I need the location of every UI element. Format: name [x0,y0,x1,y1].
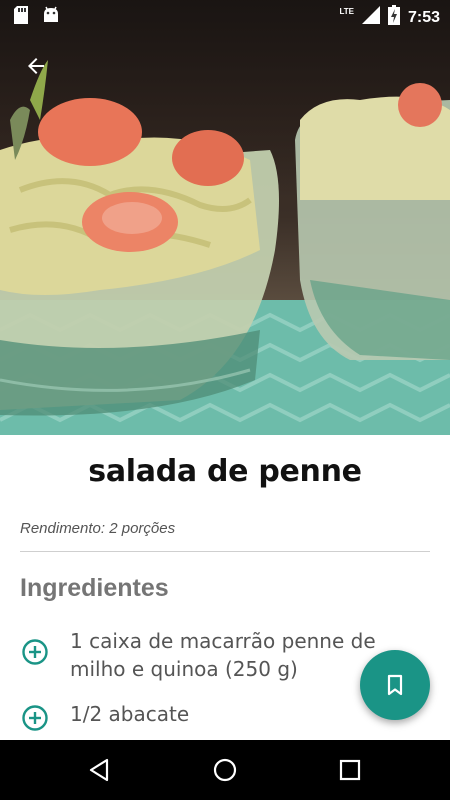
circle-home-icon [213,758,237,782]
divider [20,551,430,552]
recipe-yield: Rendimento: 2 porções [20,520,176,537]
back-button[interactable] [18,48,54,84]
nav-back-button[interactable] [84,754,116,786]
recipe-title: salada de penne [88,454,362,489]
nav-home-button[interactable] [209,754,241,786]
square-recents-icon [339,759,361,781]
triangle-back-icon [89,758,109,782]
bookmark-icon [387,674,403,696]
android-icon [42,6,60,29]
sd-card-icon [14,6,28,29]
recipe-hero-image [0,0,450,435]
clock: 7:53 [407,8,440,26]
ingredient-text: 1/2 abacate [70,702,190,726]
signal-icon [361,6,380,29]
add-circle-outline-icon [22,705,48,731]
navigation-bar [0,740,450,800]
ingredients-heading: Ingredientes [20,574,169,602]
ingredient-text: 1 caixa de macarrão penne de milho e qui… [70,629,376,681]
arrow-back-icon [28,58,44,74]
pasta-salad-photo [0,60,450,435]
add-ingredient-button[interactable] [20,637,50,667]
add-ingredient-button[interactable] [20,703,50,733]
battery-charging-icon [387,5,400,30]
network-type-label: LTE [339,7,354,16]
add-circle-outline-icon [22,639,48,665]
nav-recents-button[interactable] [334,754,366,786]
bookmark-button[interactable] [360,650,430,720]
status-bar: LTE 7:53 [0,0,450,30]
